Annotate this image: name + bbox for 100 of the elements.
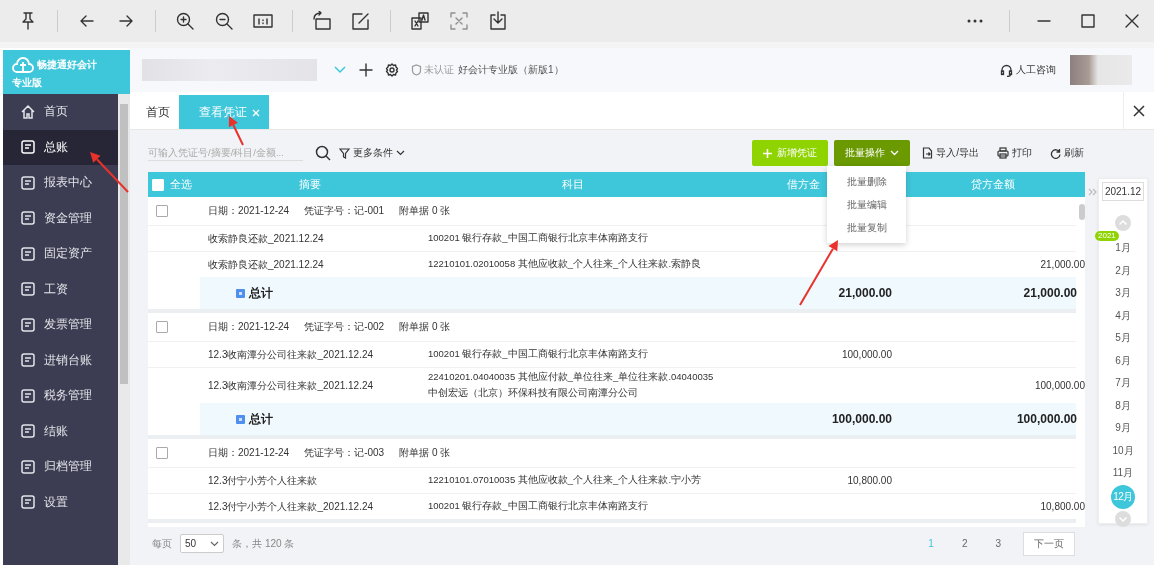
toolbar-link[interactable]: 刷新 (1044, 140, 1090, 166)
menu-item[interactable]: 批量编辑 (827, 193, 906, 216)
support-link[interactable]: 人工咨询 (1000, 63, 1056, 77)
table-cell: 12210101.07010035 其他应收款_个人往来_个人往来款.宁小芳 (428, 474, 702, 487)
month-item[interactable]: 11月 (1112, 462, 1134, 485)
attachment-count: 附单据 0 张 (399, 446, 451, 460)
menu-item[interactable]: 批量复制 (827, 216, 906, 239)
annotation-arrow (799, 240, 838, 306)
toolbar-link[interactable]: 导入/导出 (916, 140, 985, 166)
document-icon (20, 245, 36, 262)
table-cell: 100201 银行存款_中国工商银行北京丰体南路支行 (428, 348, 648, 361)
page-link[interactable]: 2 (961, 538, 968, 549)
chevron-down-icon (396, 150, 405, 156)
sidebar-item[interactable]: 固定资产 (3, 236, 118, 272)
month-item[interactable]: 3月 (1112, 282, 1134, 305)
next-page-button[interactable]: 下一页 (1023, 531, 1075, 556)
sidebar-item[interactable]: 资金管理 (3, 200, 118, 236)
search-icon[interactable] (315, 145, 331, 161)
shield-icon (411, 64, 422, 76)
menu-item[interactable]: 批量删除 (827, 170, 906, 193)
month-item[interactable]: 7月 (1112, 372, 1134, 395)
text-scan-icon[interactable] (449, 11, 469, 31)
rotate-icon[interactable] (312, 11, 332, 31)
headset-icon (1000, 63, 1013, 77)
table-cell: 12.3收南潭分公司往来款_2021.12.24 (208, 347, 374, 362)
sidebar-item[interactable]: 税务管理 (3, 378, 118, 414)
gear-icon[interactable] (385, 63, 399, 77)
sidebar-item[interactable]: 发票管理 (3, 307, 118, 343)
scrollbar[interactable] (118, 94, 130, 565)
edit-icon[interactable] (351, 11, 371, 31)
funnel-icon (339, 147, 350, 159)
square-icon (236, 414, 245, 424)
month-item[interactable]: 10月 (1112, 439, 1134, 462)
refresh-icon (1050, 147, 1061, 159)
checkbox[interactable] (156, 447, 168, 459)
month-item[interactable]: 4月 (1112, 304, 1134, 327)
document-icon (20, 139, 36, 156)
total-amount: 100,000.00 (831, 412, 892, 426)
sidebar-item[interactable]: 总账 (3, 129, 118, 165)
toolbar-link[interactable]: 打印 (991, 140, 1038, 166)
checkbox[interactable] (156, 321, 168, 333)
table-cell: 100,000.00 (841, 349, 892, 360)
sidebar-item[interactable]: 进销台账 (3, 342, 118, 378)
month-item[interactable]: 5月 (1112, 327, 1134, 350)
month-item[interactable]: 9月 (1112, 417, 1134, 440)
total-amount: 21,000.00 (1023, 286, 1077, 300)
plus-icon[interactable] (359, 63, 373, 77)
zoom-in-icon[interactable] (175, 11, 195, 31)
search-field[interactable]: 可输入凭证号/摘要/科目/金额... (148, 145, 303, 161)
per-page-label: 每页 (152, 536, 172, 551)
month-item[interactable]: 2月 (1112, 259, 1134, 282)
voucher-date: 日期：2021-12-24 (208, 446, 290, 460)
page-size-select[interactable]: 50 (180, 534, 225, 553)
document-icon (20, 494, 36, 511)
download-icon[interactable] (488, 11, 508, 31)
sidebar-item[interactable]: 归档管理 (3, 449, 118, 485)
actual-size-icon[interactable] (253, 11, 273, 31)
sidebar-item[interactable]: 设置 (3, 484, 118, 520)
filter-link[interactable]: 更多条件 (339, 146, 405, 160)
page-link[interactable]: 3 (995, 538, 1001, 549)
total-amount: 100,000.00 (1016, 412, 1077, 426)
table-cell: 22410201.04040035 其他应付款_单位往来_单位往来款.04040035 (428, 371, 714, 384)
column-header: 贷方金额 (970, 177, 1015, 192)
zoom-out-icon[interactable] (214, 11, 234, 31)
total-label: 总计 (249, 410, 273, 428)
attachment-count: 附单据 0 张 (399, 204, 451, 218)
voucher-number: 凭证字号：记-002 (304, 320, 385, 334)
sidebar-item[interactable]: 报表中心 (3, 165, 118, 201)
logo-title: 畅捷通好会计 (37, 58, 97, 72)
table-cell: 收索静良还款_2021.12.24 (208, 257, 324, 272)
total-count: 条，共 120 条 (232, 536, 295, 551)
product-name: 好会计专业版（新版1） (458, 63, 564, 77)
month-item[interactable]: 8月 (1112, 394, 1134, 417)
total-amount: 21,000.00 (838, 286, 892, 300)
table-cell: 12.3付宁小芳个人往来款 (208, 473, 318, 488)
plus-icon (763, 148, 773, 158)
translate-icon[interactable] (410, 11, 430, 31)
tab[interactable]: 首页 (130, 95, 179, 129)
month-item[interactable]: 6月 (1112, 349, 1134, 372)
table-cell: 100201 银行存款_中国工商银行北京丰体南路支行 (428, 232, 648, 245)
edition-label: 专业版 (12, 76, 43, 90)
sidebar-item[interactable]: 结账 (3, 413, 118, 449)
sidebar-item[interactable]: 首页 (3, 94, 118, 130)
scrollbar-thumb[interactable] (1079, 204, 1085, 220)
maximize-icon[interactable] (1078, 11, 1098, 31)
document-icon (20, 210, 36, 227)
sidebar-item[interactable]: 工资 (3, 271, 118, 307)
year-badge: 2021 (1095, 231, 1119, 241)
table-cell: 10,800.00 (1040, 501, 1085, 512)
annotation-arrow (90, 152, 129, 193)
square-icon (236, 288, 245, 298)
checkbox[interactable] (156, 205, 168, 217)
period-field[interactable]: 2021.12 (1101, 182, 1145, 201)
certification-status: 未认证 (424, 63, 454, 77)
voucher-number: 凭证字号：记-003 (304, 446, 385, 460)
table-cell: 100201 银行存款_中国工商银行北京丰体南路支行 (428, 500, 648, 513)
voucher-number: 凭证字号：记-001 (304, 204, 385, 218)
document-icon (20, 423, 36, 440)
close-icon[interactable] (1133, 104, 1145, 117)
voucher-date: 日期：2021-12-24 (208, 204, 290, 218)
